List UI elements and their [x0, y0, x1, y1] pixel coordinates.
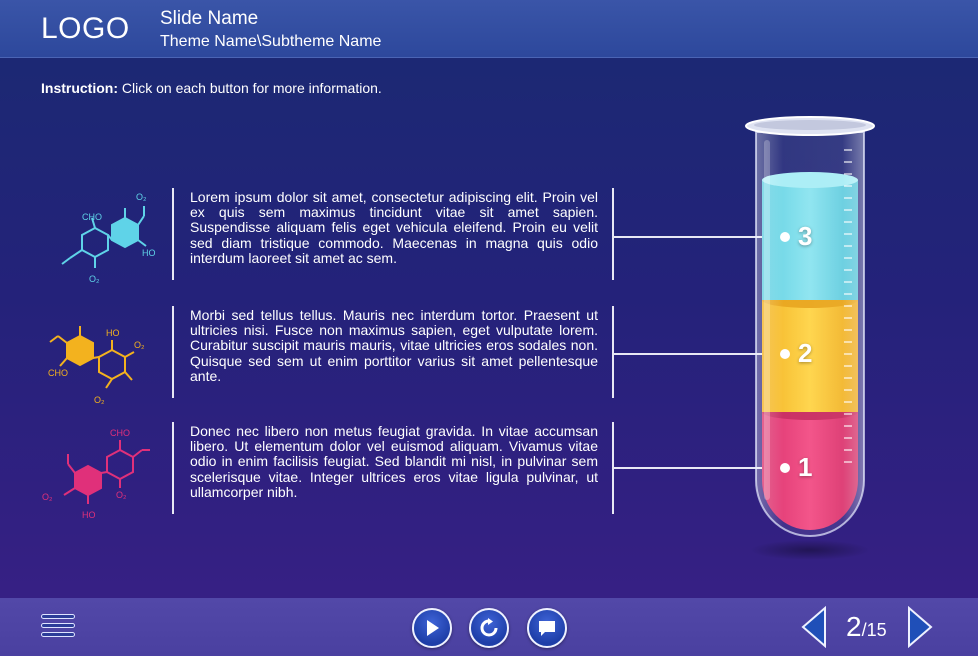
comment-button[interactable]	[527, 608, 567, 648]
molecule-icon: HO O₂ CHO O₂	[48, 326, 145, 405]
svg-text:O₂: O₂	[94, 395, 105, 405]
svg-text:CHO: CHO	[48, 368, 68, 378]
tube-button-dot-3[interactable]	[780, 232, 790, 242]
svg-text:HO: HO	[106, 328, 120, 338]
info-item-1: CHO O₂ HO O₂ Lorem ipsum dolor sit amet,…	[40, 188, 615, 284]
svg-text:HO: HO	[82, 510, 96, 520]
tube-button-3[interactable]: 3	[798, 221, 812, 252]
divider-left	[172, 188, 174, 280]
play-button[interactable]	[412, 608, 452, 648]
info-item-2: HO O₂ CHO O₂ Morbi sed tellus tellus. Ma…	[40, 306, 615, 405]
page-counter: 2/15	[846, 611, 887, 643]
info-text: Morbi sed tellus tellus. Mauris nec inte…	[190, 307, 598, 384]
divider-left	[172, 306, 174, 398]
logo: LOGO	[41, 12, 130, 45]
molecule-icon: CHO O₂ O₂ HO	[42, 428, 150, 520]
slide-title: Slide Name	[160, 8, 259, 29]
hamburger-menu-icon[interactable]	[41, 612, 75, 642]
info-item-3: CHO O₂ O₂ HO Donec nec libero non metus …	[40, 422, 615, 520]
tube-button-dot-1[interactable]	[780, 463, 790, 473]
tube-button-dot-2[interactable]	[780, 349, 790, 359]
tube-button-1[interactable]: 1	[798, 452, 812, 483]
info-text: Donec nec libero non metus feugiat gravi…	[190, 423, 598, 500]
theme-subtitle: Theme Name\Subtheme Name	[160, 33, 382, 50]
comment-icon	[539, 621, 555, 636]
svg-text:O₂: O₂	[89, 274, 100, 284]
molecule-icon: CHO O₂ HO O₂	[61, 192, 156, 284]
svg-text:CHO: CHO	[82, 212, 102, 222]
replay-button[interactable]	[469, 608, 509, 648]
play-icon	[427, 620, 439, 636]
svg-text:O₂: O₂	[116, 490, 127, 500]
svg-text:O₂: O₂	[134, 340, 145, 350]
page-current: 2	[846, 611, 862, 642]
page-total: /15	[861, 620, 887, 640]
instruction: Instruction: Click on each button for mo…	[41, 80, 382, 96]
svg-text:HO: HO	[142, 248, 156, 258]
divider-right	[612, 306, 614, 398]
svg-text:O₂: O₂	[42, 492, 53, 502]
divider-right	[612, 188, 614, 280]
header: LOGO Slide Name Theme Name\Subtheme Name	[0, 0, 978, 58]
footer-toolbar: 2/15	[0, 598, 978, 656]
divider-left	[172, 422, 174, 514]
svg-text:O₂: O₂	[136, 192, 147, 202]
instruction-text: Click on each button for more informatio…	[118, 80, 382, 96]
replay-icon	[480, 618, 498, 637]
svg-text:CHO: CHO	[110, 428, 130, 438]
chevron-left-icon[interactable]	[800, 606, 828, 648]
instruction-label: Instruction:	[41, 80, 118, 96]
chevron-right-icon[interactable]	[906, 606, 934, 648]
info-text: Lorem ipsum dolor sit amet, consectetur …	[190, 189, 598, 266]
tube-button-2[interactable]: 2	[798, 338, 812, 369]
